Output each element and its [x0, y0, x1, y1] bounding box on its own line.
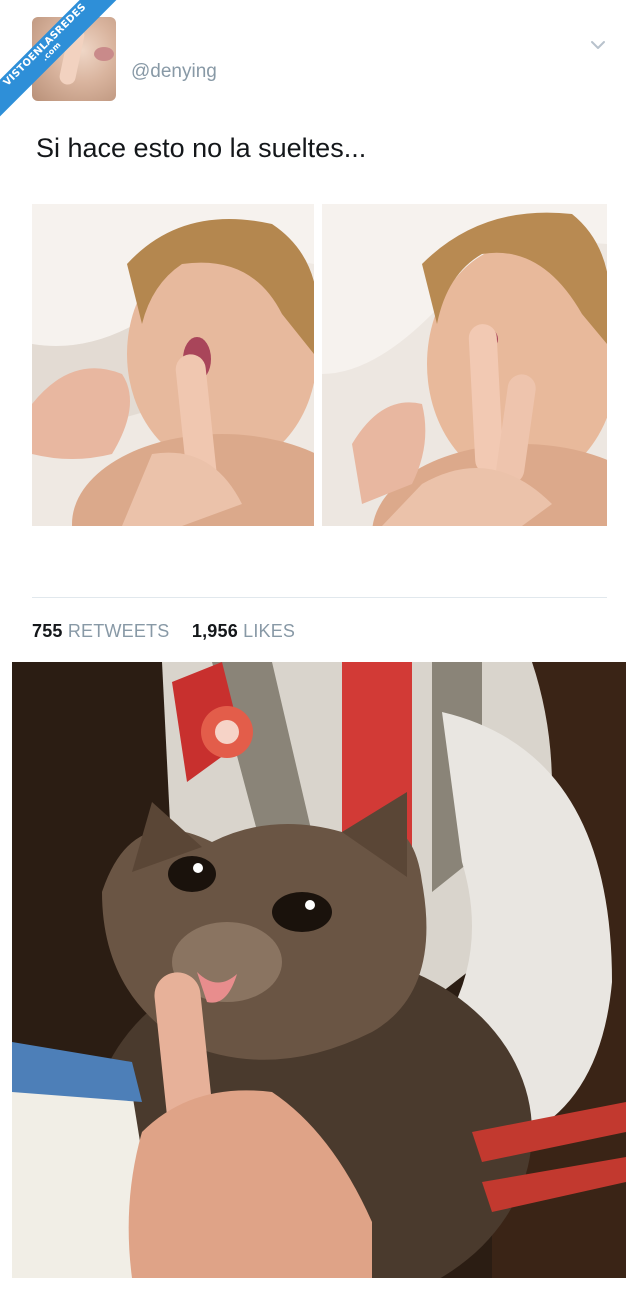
watermark-text: VISTOENLASREDES	[1, 1, 89, 89]
tweet-text: Si hace esto no la sueltes...	[36, 133, 367, 163]
retweets-label[interactable]: RETWEETS	[68, 621, 170, 641]
tweet-photo-1[interactable]	[32, 204, 314, 526]
user-handle[interactable]: @denying	[131, 61, 217, 83]
chevron-down-icon[interactable]	[589, 36, 607, 54]
retweets-count[interactable]: 755	[32, 621, 63, 641]
divider	[32, 597, 607, 598]
watermark-domain: .com	[40, 40, 63, 63]
watermark-ribbon: VISTOENLASREDES .com	[0, 0, 130, 130]
tweet-stats: 755 RETWEETS 1,956 LIKES	[32, 621, 295, 642]
tweet-photo-2[interactable]	[322, 204, 607, 526]
cat-photo	[12, 662, 626, 1278]
likes-label[interactable]: LIKES	[243, 621, 295, 641]
likes-count[interactable]: 1,956	[192, 621, 238, 641]
meme-canvas: VISTOENLASREDES .com @denying Si hace es…	[0, 0, 638, 1289]
